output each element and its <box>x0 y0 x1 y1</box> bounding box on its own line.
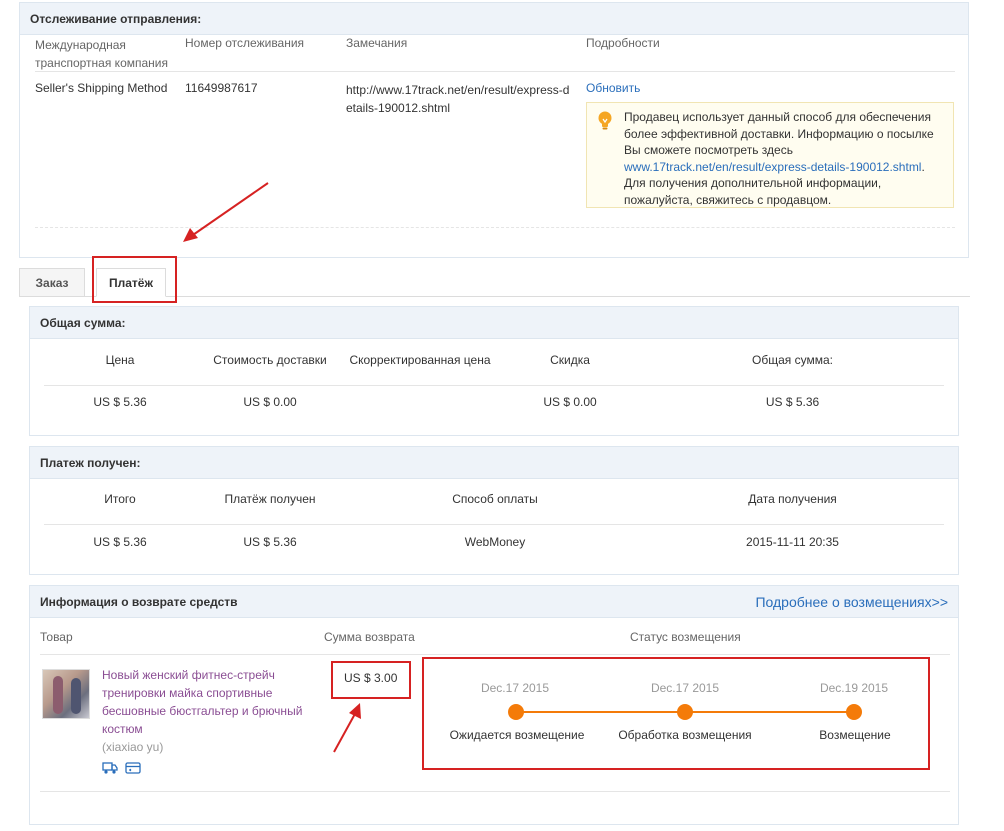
seller-name: (xiaxiao yu) <box>102 740 164 754</box>
tip-text: Продавец использует данный способ для об… <box>624 109 946 208</box>
header-details: Подробности <box>586 36 660 50</box>
truck-icon[interactable] <box>102 761 118 775</box>
tracking-title: Отслеживание отправления: <box>20 3 968 35</box>
header-received: Платёж получен <box>224 492 316 506</box>
update-link[interactable]: Обновить <box>586 81 640 95</box>
header-total: Общая сумма: <box>752 353 833 367</box>
product-title-link[interactable]: Новый женский фитнес-стрейч тренировки м… <box>102 666 317 738</box>
discount-value: US $ 0.00 <box>543 395 597 409</box>
header-method: Способ оплаты <box>452 492 538 506</box>
header-price: Цена <box>105 353 135 367</box>
header-refund-amount: Сумма возврата <box>324 630 415 644</box>
divider <box>44 524 944 525</box>
carrier-name: Seller's Shipping Method <box>35 81 168 95</box>
sum-value: US $ 5.36 <box>93 535 147 549</box>
header-date: Дата получения <box>748 492 837 506</box>
annotation-box-tab <box>92 256 177 303</box>
tracking-notes: http://www.17track.net/en/result/express… <box>346 83 570 115</box>
header-product: Товар <box>40 630 73 644</box>
header-tracking-number: Номер отслеживания <box>185 36 305 50</box>
payment-received-panel: Платеж получен: Итого Платёж получен Спо… <box>29 446 959 575</box>
tab-order[interactable]: Заказ <box>19 268 85 297</box>
tip-link[interactable]: www.17track.net/en/result/express-detail… <box>624 160 921 174</box>
price-value: US $ 5.36 <box>93 395 147 409</box>
header-notes: Замечания <box>346 36 408 50</box>
divider <box>40 654 950 655</box>
header-carrier: Международная транспортная компания <box>35 38 168 70</box>
bulb-icon <box>598 111 612 130</box>
header-refund-status: Статус возмещения <box>630 630 741 644</box>
tip-line1: Продавец использует данный способ для об… <box>624 110 934 157</box>
card-icon[interactable] <box>125 761 141 775</box>
header-adjusted: Скорректированная цена <box>349 353 491 367</box>
received-title: Платеж получен: <box>30 447 958 479</box>
header-shipping: Стоимость доставки <box>213 353 327 367</box>
annotation-arrow-tab <box>183 182 269 242</box>
divider <box>35 71 955 72</box>
header-sum: Итого <box>104 492 136 506</box>
refund-more-link[interactable]: Подробнее о возмещениях>> <box>755 586 948 618</box>
divider <box>35 227 955 228</box>
method-value: WebMoney <box>464 535 526 549</box>
total-value: US $ 5.36 <box>765 395 820 409</box>
annotation-arrow-amount <box>333 703 361 753</box>
shipping-value: US $ 0.00 <box>243 395 297 409</box>
date-value: 2015-11-11 20:35 <box>746 535 839 549</box>
tip-line3: Для получения дополнительной информации,… <box>624 176 882 207</box>
total-title: Общая сумма: <box>30 307 958 339</box>
received-value: US $ 5.36 <box>243 535 297 549</box>
divider <box>40 791 950 792</box>
tracking-number: 11649987617 <box>185 81 258 95</box>
refund-title: Информация о возврате средств <box>40 595 238 609</box>
annotation-box-amount <box>331 661 411 699</box>
total-panel: Общая сумма: Цена Стоимость доставки Ско… <box>29 306 959 436</box>
refund-head: Информация о возврате средств Подробнее … <box>30 586 958 618</box>
tip-period: . <box>921 159 925 174</box>
tracking-tip: Продавец использует данный способ для об… <box>586 102 954 208</box>
product-thumbnail[interactable] <box>42 669 90 719</box>
annotation-box-timeline <box>422 657 930 770</box>
tracking-panel: Отслеживание отправления: Международная … <box>19 2 969 258</box>
header-discount: Скидка <box>550 353 590 367</box>
divider <box>44 385 944 386</box>
